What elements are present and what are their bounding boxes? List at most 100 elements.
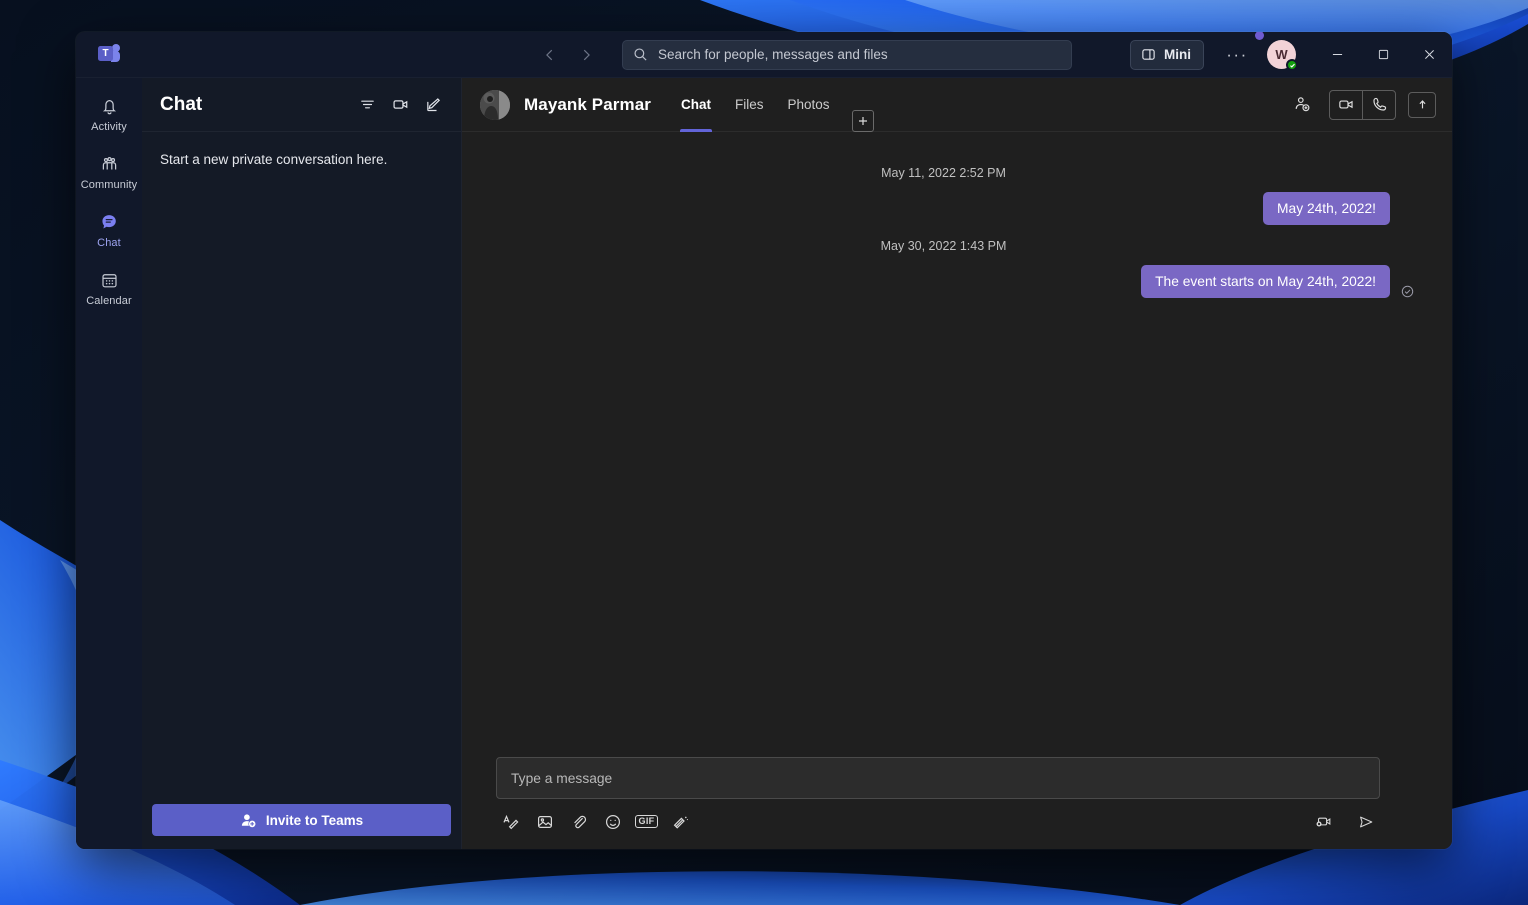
forward-button[interactable] [572, 41, 600, 69]
sidebar-item-label: Activity [91, 121, 127, 133]
sidebar-item-community[interactable]: Community [78, 144, 140, 200]
sticker-button[interactable] [666, 808, 695, 835]
invite-label: Invite to Teams [265, 812, 364, 828]
user-avatar[interactable]: W [1267, 40, 1298, 71]
calendar-icon [99, 269, 120, 291]
search-box[interactable]: Search for people, messages and files [622, 39, 1072, 70]
tab-files[interactable]: Files [723, 78, 776, 132]
tab-photos[interactable]: Photos [776, 78, 842, 132]
compose-icon [426, 98, 440, 112]
minimize-icon [1332, 54, 1342, 55]
sidebar-item-chat[interactable]: Chat [78, 202, 140, 258]
chevron-right-icon [583, 49, 590, 60]
filter-icon [360, 100, 374, 109]
message-input-placeholder: Type a message [511, 770, 613, 786]
message-input[interactable]: Type a message [496, 757, 1380, 799]
close-icon [1424, 50, 1434, 59]
invite-to-teams-button[interactable]: Invite to Teams [152, 804, 451, 836]
audio-call-button[interactable] [1363, 91, 1395, 119]
attach-icon [573, 815, 586, 828]
add-tab-button[interactable] [851, 109, 874, 132]
video-message-icon [1316, 817, 1330, 826]
video-message-button[interactable] [1308, 808, 1337, 835]
add-people-button[interactable] [1287, 90, 1317, 120]
message-row: The event starts on May 24th, 2022! [502, 265, 1414, 298]
chat-list-actions [352, 90, 448, 120]
bell-icon [99, 95, 120, 117]
mini-label: Mini [1164, 47, 1191, 62]
send-icon [1359, 816, 1372, 827]
message-bubble[interactable]: The event starts on May 24th, 2022! [1141, 265, 1390, 298]
sidebar-item-label: Chat [97, 237, 121, 249]
message-bubble[interactable]: May 24th, 2022! [1263, 192, 1390, 225]
attach-file-button[interactable] [564, 808, 593, 835]
message-list: May 11, 2022 2:52 PM May 24th, 2022! May… [462, 132, 1452, 757]
chat-bubble-icon [99, 211, 120, 233]
contact-avatar[interactable] [480, 89, 510, 120]
new-chat-button[interactable] [418, 90, 448, 120]
video-call-icon [392, 100, 407, 109]
emoji-icon [605, 814, 620, 829]
tab-label: Files [734, 97, 764, 112]
titlebar-right-group: Mini ··· W [1130, 32, 1452, 77]
avatar-initial: W [1275, 47, 1288, 62]
filter-button[interactable] [352, 90, 382, 120]
call-buttons-group [1329, 89, 1396, 120]
mini-mode-button[interactable]: Mini [1130, 39, 1204, 70]
title-bar: T Search for people, messages and files … [76, 32, 1452, 78]
add-people-icon [1295, 97, 1309, 112]
chat-list-body: Start a new private conversation here. [142, 132, 461, 794]
status-badge-available [1286, 59, 1298, 71]
window-controls [1314, 32, 1452, 78]
compose-area: Type a message GIF [462, 757, 1452, 849]
notification-dot [1255, 32, 1264, 40]
mini-window-icon [1142, 49, 1155, 60]
window-body: Activity Community Chat Calendar Chat St… [76, 78, 1452, 849]
people-community-icon [99, 153, 120, 175]
search-input[interactable]: Search for people, messages and files [658, 47, 888, 62]
page-title: Chat [160, 93, 203, 115]
plus-icon [858, 116, 867, 125]
video-call-icon [1338, 100, 1353, 109]
sidebar-item-calendar[interactable]: Calendar [78, 260, 140, 316]
chat-list-panel: Chat Start a new private conversation he… [142, 78, 462, 849]
sidebar-item-activity[interactable]: Activity [78, 86, 140, 142]
conversation-tabs: Chat Files Photos [669, 78, 874, 132]
meet-now-button[interactable] [385, 90, 415, 120]
more-options-button[interactable]: ··· [1220, 32, 1264, 72]
add-person-icon [241, 813, 256, 827]
emoji-button[interactable] [598, 808, 627, 835]
video-call-button[interactable] [1330, 91, 1362, 119]
send-button[interactable] [1351, 808, 1380, 835]
pop-out-button[interactable] [1408, 91, 1436, 118]
app-rail: Activity Community Chat Calendar [76, 78, 142, 849]
format-text-button[interactable] [496, 808, 525, 835]
minimize-button[interactable] [1314, 32, 1360, 78]
search-icon [633, 47, 648, 62]
maximize-button[interactable] [1360, 32, 1406, 78]
chat-list-footer: Invite to Teams [142, 794, 461, 849]
compose-right-actions [1308, 808, 1380, 835]
sidebar-item-label: Community [80, 179, 138, 191]
back-button[interactable] [536, 41, 564, 69]
compose-toolbar: GIF [496, 808, 1380, 835]
app-logo: T [76, 44, 142, 65]
insert-image-button[interactable] [530, 808, 559, 835]
gif-button[interactable]: GIF [632, 808, 661, 835]
message-timestamp: May 11, 2022 2:52 PM [881, 166, 1006, 180]
navigation-arrows [536, 41, 600, 69]
chevron-left-icon [546, 49, 553, 60]
tab-chat[interactable]: Chat [669, 78, 723, 132]
more-dots: ··· [1226, 44, 1248, 64]
contact-name: Mayank Parmar [524, 94, 651, 114]
image-icon [537, 815, 552, 828]
chat-list-header: Chat [142, 78, 461, 132]
audio-call-icon [1372, 97, 1386, 111]
sticker-icon [673, 816, 688, 829]
message-timestamp: May 30, 2022 1:43 PM [880, 239, 1007, 253]
empty-state-text: Start a new private conversation here. [160, 152, 388, 167]
close-button[interactable] [1406, 32, 1452, 78]
conversation-panel: Mayank Parmar Chat Files Photos May 11, … [462, 78, 1452, 849]
sidebar-item-label: Calendar [86, 295, 132, 307]
tab-label: Chat [680, 97, 711, 112]
